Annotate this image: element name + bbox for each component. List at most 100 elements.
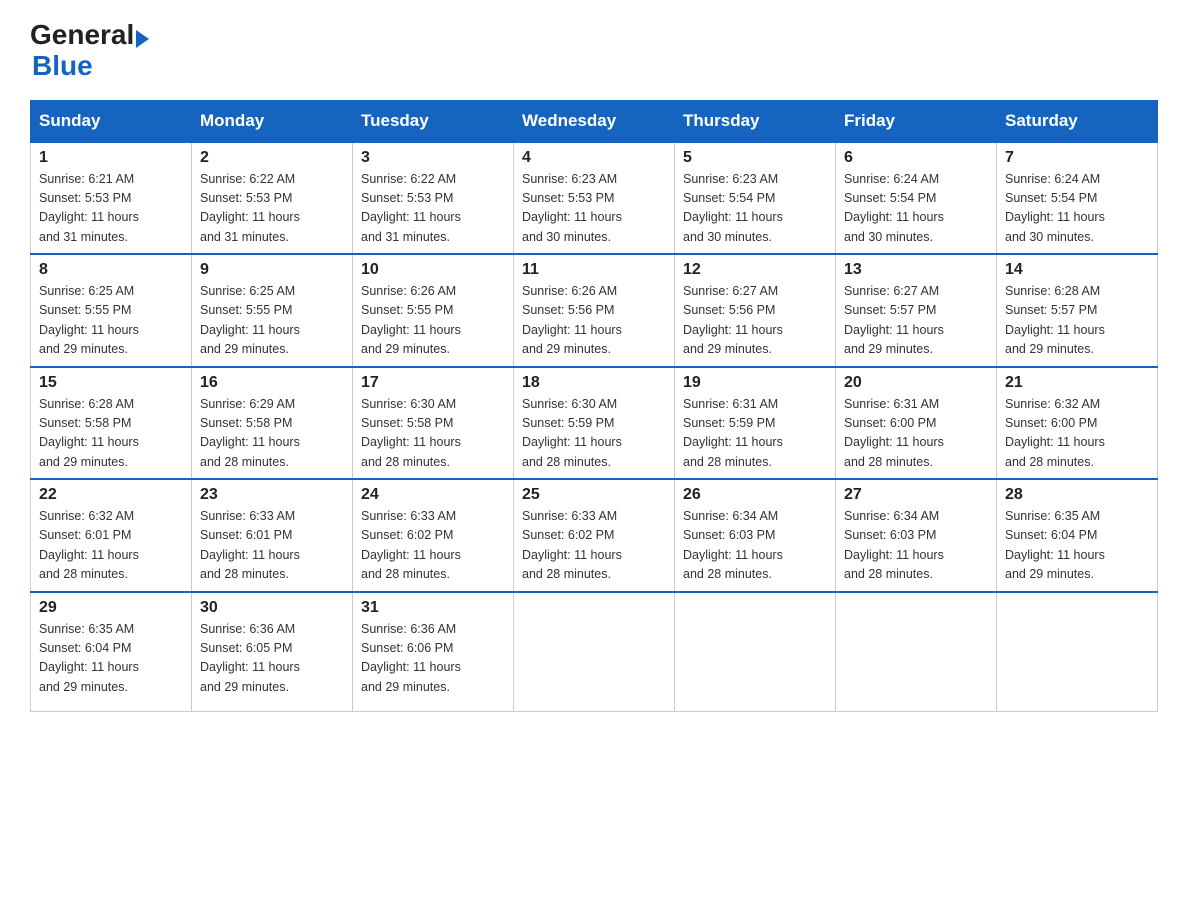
calendar-week-row: 22Sunrise: 6:32 AMSunset: 6:01 PMDayligh…: [31, 479, 1158, 592]
calendar-cell: 18 Sunrise: 6:30 AMSunset: 5:59 PMDayligh…: [514, 367, 675, 480]
calendar-cell: 7 Sunrise: 6:24 AMSunset: 5:54 PMDaylight…: [997, 142, 1158, 255]
day-number: 13: [844, 261, 988, 279]
day-info: Sunrise: 6:31 AMSunset: 5:59 PMDaylight:…: [683, 395, 827, 473]
calendar-cell: 17 Sunrise: 6:30 AMSunset: 5:58 PMDayligh…: [353, 367, 514, 480]
weekday-header-saturday: Saturday: [997, 100, 1158, 142]
calendar-cell: 21 Sunrise: 6:32 AMSunset: 6:00 PMDayligh…: [997, 367, 1158, 480]
day-number: 2: [200, 149, 344, 167]
day-info: Sunrise: 6:30 AMSunset: 5:59 PMDaylight:…: [522, 395, 666, 473]
calendar-cell: 8 Sunrise: 6:25 AMSunset: 5:55 PMDaylight…: [31, 254, 192, 367]
day-info: Sunrise: 6:35 AMSunset: 6:04 PMDaylight:…: [39, 620, 183, 698]
day-number: 16: [200, 374, 344, 392]
logo: General Blue: [30, 20, 149, 82]
day-number: 15: [39, 374, 183, 392]
day-info: Sunrise: 6:24 AMSunset: 5:54 PMDaylight:…: [844, 170, 988, 248]
calendar-cell: 13Sunrise: 6:27 AMSunset: 5:57 PMDayligh…: [836, 254, 997, 367]
calendar-cell: 22Sunrise: 6:32 AMSunset: 6:01 PMDayligh…: [31, 479, 192, 592]
logo-general-text: General: [30, 19, 134, 50]
day-number: 28: [1005, 486, 1149, 504]
calendar-cell: 31Sunrise: 6:36 AMSunset: 6:06 PMDayligh…: [353, 592, 514, 712]
calendar-cell: 3 Sunrise: 6:22 AMSunset: 5:53 PMDaylight…: [353, 142, 514, 255]
day-info: Sunrise: 6:36 AMSunset: 6:05 PMDaylight:…: [200, 620, 344, 698]
day-number: 30: [200, 599, 344, 617]
day-number: 4: [522, 149, 666, 167]
day-number: 27: [844, 486, 988, 504]
day-info: Sunrise: 6:27 AMSunset: 5:56 PMDaylight:…: [683, 282, 827, 360]
logo-container: General Blue: [30, 20, 149, 82]
day-info: Sunrise: 6:22 AMSunset: 5:53 PMDaylight:…: [200, 170, 344, 248]
day-number: 5: [683, 149, 827, 167]
calendar-cell: 11 Sunrise: 6:26 AMSunset: 5:56 PMDayligh…: [514, 254, 675, 367]
calendar-cell: 1 Sunrise: 6:21 AMSunset: 5:53 PMDaylight…: [31, 142, 192, 255]
weekday-header-friday: Friday: [836, 100, 997, 142]
calendar-week-row: 8 Sunrise: 6:25 AMSunset: 5:55 PMDaylight…: [31, 254, 1158, 367]
day-info: Sunrise: 6:21 AMSunset: 5:53 PMDaylight:…: [39, 170, 183, 248]
day-info: Sunrise: 6:25 AMSunset: 5:55 PMDaylight:…: [200, 282, 344, 360]
weekday-header-monday: Monday: [192, 100, 353, 142]
day-number: 25: [522, 486, 666, 504]
day-info: Sunrise: 6:25 AMSunset: 5:55 PMDaylight:…: [39, 282, 183, 360]
calendar-cell: 19Sunrise: 6:31 AMSunset: 5:59 PMDayligh…: [675, 367, 836, 480]
day-info: Sunrise: 6:32 AMSunset: 6:00 PMDaylight:…: [1005, 395, 1149, 473]
calendar-cell: 14 Sunrise: 6:28 AMSunset: 5:57 PMDayligh…: [997, 254, 1158, 367]
calendar-cell: 29Sunrise: 6:35 AMSunset: 6:04 PMDayligh…: [31, 592, 192, 712]
day-number: 17: [361, 374, 505, 392]
calendar-cell: 9 Sunrise: 6:25 AMSunset: 5:55 PMDaylight…: [192, 254, 353, 367]
day-number: 18: [522, 374, 666, 392]
day-info: Sunrise: 6:31 AMSunset: 6:00 PMDaylight:…: [844, 395, 988, 473]
day-number: 3: [361, 149, 505, 167]
calendar-cell: 4 Sunrise: 6:23 AMSunset: 5:53 PMDaylight…: [514, 142, 675, 255]
day-info: Sunrise: 6:26 AMSunset: 5:56 PMDaylight:…: [522, 282, 666, 360]
calendar-cell: 20Sunrise: 6:31 AMSunset: 6:00 PMDayligh…: [836, 367, 997, 480]
calendar-week-row: 1 Sunrise: 6:21 AMSunset: 5:53 PMDaylight…: [31, 142, 1158, 255]
calendar-cell: 2 Sunrise: 6:22 AMSunset: 5:53 PMDaylight…: [192, 142, 353, 255]
day-number: 23: [200, 486, 344, 504]
calendar-cell: 16Sunrise: 6:29 AMSunset: 5:58 PMDayligh…: [192, 367, 353, 480]
weekday-header-wednesday: Wednesday: [514, 100, 675, 142]
day-info: Sunrise: 6:22 AMSunset: 5:53 PMDaylight:…: [361, 170, 505, 248]
day-info: Sunrise: 6:23 AMSunset: 5:53 PMDaylight:…: [522, 170, 666, 248]
day-number: 7: [1005, 149, 1149, 167]
day-info: Sunrise: 6:30 AMSunset: 5:58 PMDaylight:…: [361, 395, 505, 473]
day-info: Sunrise: 6:28 AMSunset: 5:58 PMDaylight:…: [39, 395, 183, 473]
calendar-cell: 30 Sunrise: 6:36 AMSunset: 6:05 PMDayligh…: [192, 592, 353, 712]
day-info: Sunrise: 6:36 AMSunset: 6:06 PMDaylight:…: [361, 620, 505, 698]
calendar-cell: [514, 592, 675, 712]
weekday-header-row: SundayMondayTuesdayWednesdayThursdayFrid…: [31, 100, 1158, 142]
day-number: 21: [1005, 374, 1149, 392]
day-info: Sunrise: 6:33 AMSunset: 6:02 PMDaylight:…: [522, 507, 666, 585]
calendar-table: SundayMondayTuesdayWednesdayThursdayFrid…: [30, 100, 1158, 713]
calendar-cell: [997, 592, 1158, 712]
day-number: 26: [683, 486, 827, 504]
day-number: 14: [1005, 261, 1149, 279]
day-number: 1: [39, 149, 183, 167]
day-number: 6: [844, 149, 988, 167]
day-info: Sunrise: 6:24 AMSunset: 5:54 PMDaylight:…: [1005, 170, 1149, 248]
day-number: 12: [683, 261, 827, 279]
weekday-header-thursday: Thursday: [675, 100, 836, 142]
day-number: 24: [361, 486, 505, 504]
day-info: Sunrise: 6:28 AMSunset: 5:57 PMDaylight:…: [1005, 282, 1149, 360]
weekday-header-tuesday: Tuesday: [353, 100, 514, 142]
day-info: Sunrise: 6:33 AMSunset: 6:02 PMDaylight:…: [361, 507, 505, 585]
weekday-header-sunday: Sunday: [31, 100, 192, 142]
calendar-cell: [836, 592, 997, 712]
calendar-cell: [675, 592, 836, 712]
day-info: Sunrise: 6:35 AMSunset: 6:04 PMDaylight:…: [1005, 507, 1149, 585]
day-info: Sunrise: 6:34 AMSunset: 6:03 PMDaylight:…: [683, 507, 827, 585]
calendar-cell: 10Sunrise: 6:26 AMSunset: 5:55 PMDayligh…: [353, 254, 514, 367]
day-number: 8: [39, 261, 183, 279]
calendar-week-row: 15 Sunrise: 6:28 AMSunset: 5:58 PMDayligh…: [31, 367, 1158, 480]
day-info: Sunrise: 6:34 AMSunset: 6:03 PMDaylight:…: [844, 507, 988, 585]
calendar-cell: 5 Sunrise: 6:23 AMSunset: 5:54 PMDaylight…: [675, 142, 836, 255]
calendar-cell: 12 Sunrise: 6:27 AMSunset: 5:56 PMDayligh…: [675, 254, 836, 367]
day-info: Sunrise: 6:32 AMSunset: 6:01 PMDaylight:…: [39, 507, 183, 585]
day-number: 11: [522, 261, 666, 279]
calendar-cell: 23 Sunrise: 6:33 AMSunset: 6:01 PMDayligh…: [192, 479, 353, 592]
day-info: Sunrise: 6:23 AMSunset: 5:54 PMDaylight:…: [683, 170, 827, 248]
page-header: General Blue: [30, 20, 1158, 82]
day-number: 9: [200, 261, 344, 279]
calendar-cell: 24 Sunrise: 6:33 AMSunset: 6:02 PMDayligh…: [353, 479, 514, 592]
day-number: 10: [361, 261, 505, 279]
day-info: Sunrise: 6:33 AMSunset: 6:01 PMDaylight:…: [200, 507, 344, 585]
